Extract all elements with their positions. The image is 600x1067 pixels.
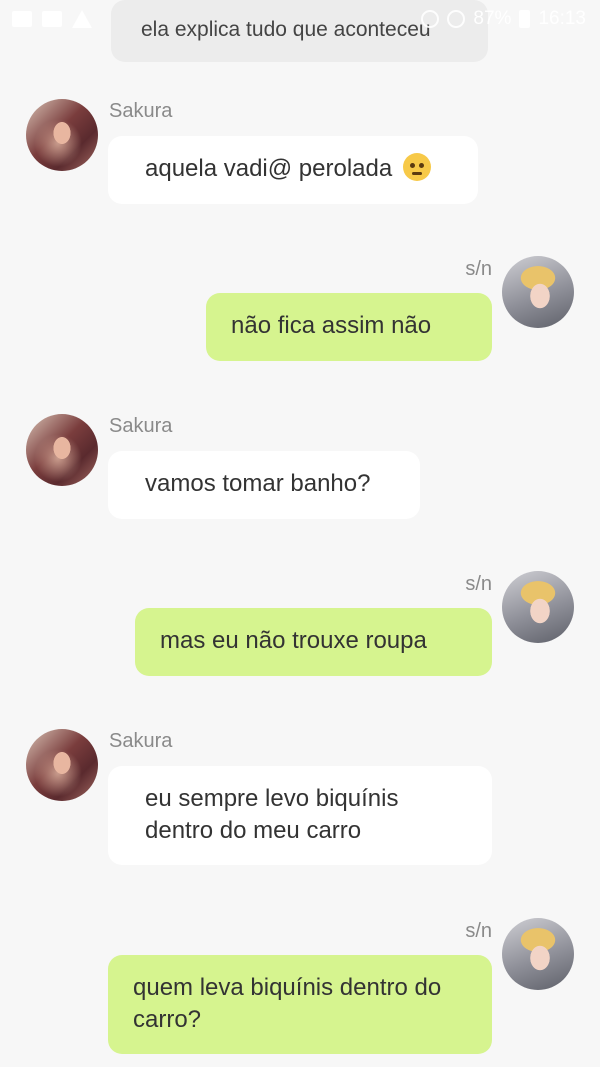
message-text: mas eu não trouxe roupa — [160, 627, 427, 654]
clock: 16:13 — [538, 8, 586, 29]
avatar-sn[interactable] — [502, 918, 574, 990]
message-bubble: ela explica tudo que aconteceu — [111, 0, 488, 62]
message-text: eu sempre levo biquínis dentro do meu ca… — [145, 785, 399, 844]
sender-name: Sakura — [109, 415, 173, 437]
message-bubble: vamos tomar banho? — [108, 451, 420, 519]
avatar-sakura[interactable] — [26, 99, 98, 171]
message-bubble: quem leva biquínis dentro do carro? — [108, 955, 492, 1054]
message-text: não fica assim não — [231, 312, 432, 339]
avatar-sakura[interactable] — [26, 414, 98, 486]
avatar-sakura[interactable] — [26, 729, 98, 801]
status-bar-left — [12, 10, 92, 28]
message-bubble: eu sempre levo biquínis dentro do meu ca… — [108, 766, 492, 865]
gallery-icon — [12, 11, 32, 27]
avatar-sn[interactable] — [502, 571, 574, 643]
message-bubble: não fica assim não — [206, 293, 492, 361]
sender-name: s/n — [465, 573, 492, 595]
sender-name: s/n — [465, 920, 492, 942]
angry-face-icon — [402, 153, 431, 181]
message-text: aquela vadi@ perolada — [145, 155, 393, 182]
sender-name: s/n — [465, 258, 492, 280]
sender-name: Sakura — [109, 730, 173, 752]
message-bubble: mas eu não trouxe roupa — [135, 608, 492, 676]
message-bubble: aquela vadi@ perolada — [108, 136, 478, 204]
battery-icon — [519, 10, 531, 28]
message-text: vamos tomar banho? — [145, 470, 371, 497]
folder-icon — [42, 11, 62, 27]
sender-name: Sakura — [109, 100, 173, 122]
message-text: ela explica tudo que aconteceu — [141, 18, 431, 41]
message-text: quem leva biquínis dentro do carro? — [133, 974, 442, 1033]
warning-icon — [72, 10, 92, 28]
avatar-sn[interactable] — [502, 256, 574, 328]
